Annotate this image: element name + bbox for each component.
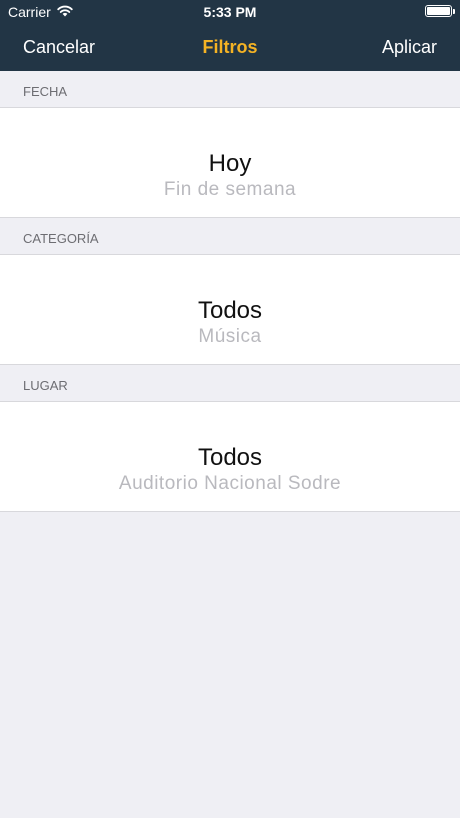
navigation-bar: Cancelar Filtros Aplicar [0,22,460,71]
apply-button[interactable]: Aplicar [382,37,437,58]
date-picker[interactable]: Hoy Fin de semana [0,107,460,218]
status-bar: Carrier 5:33 PM [0,0,460,22]
category-picker-selected[interactable]: Todos [0,297,460,325]
place-picker-next-option[interactable]: Auditorio Nacional Sodre [0,473,460,495]
category-picker-next-option[interactable]: Música [0,326,460,348]
section-header-category: CATEGORÍA [0,218,460,254]
place-picker-selected[interactable]: Todos [0,444,460,472]
status-time: 5:33 PM [203,4,257,20]
date-picker-next-option[interactable]: Fin de semana [0,179,460,201]
top-bar: Carrier 5:33 PM Cancelar Filtros Aplicar [0,0,460,71]
section-header-date: FECHA [0,71,460,107]
category-picker[interactable]: Todos Música [0,254,460,365]
battery-icon [425,5,455,17]
date-picker-selected[interactable]: Hoy [0,150,460,178]
place-picker[interactable]: Todos Auditorio Nacional Sodre [0,401,460,512]
section-header-place: LUGAR [0,365,460,401]
